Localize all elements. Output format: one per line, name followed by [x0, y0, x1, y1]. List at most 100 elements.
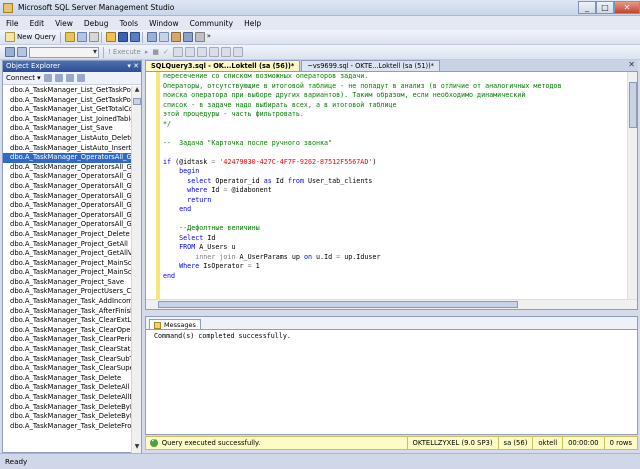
maximize-button[interactable]: □ — [596, 1, 614, 14]
database-query-icon[interactable] — [64, 32, 75, 42]
messages-text: Command(s) completed successfully. — [154, 332, 291, 340]
mdx-query-icon[interactable] — [88, 32, 99, 42]
scrollbar-thumb[interactable] — [158, 301, 518, 308]
parse-icon[interactable]: ✓ — [163, 47, 169, 58]
tree-item[interactable]: dbo.A_TaskManager_OperatorsAll_Get_C — [3, 153, 132, 163]
scrollbar-thumb[interactable] — [133, 98, 141, 105]
tree-item[interactable]: dbo.A_TaskManager_Task_DeleteAllDone — [3, 393, 132, 403]
filter-icon[interactable] — [65, 74, 74, 82]
save-icon[interactable] — [117, 32, 128, 42]
tree-item[interactable]: dbo.A_TaskManager_ListAuto_InsertRow — [3, 144, 132, 154]
tab-sqlquery3[interactable]: SQLQuery3.sql - OK...Loktell (sa (56))* — [145, 60, 301, 71]
save-all-icon[interactable] — [129, 32, 140, 42]
tree-item[interactable]: dbo.A_TaskManager_Task_Delete — [3, 374, 132, 384]
tree-item[interactable]: dbo.A_TaskManager_Project_GetAll — [3, 240, 132, 250]
menu-file[interactable]: File — [6, 19, 19, 28]
registered-servers-icon[interactable] — [146, 32, 157, 42]
tree-item[interactable]: dbo.A_TaskManager_Project_Save — [3, 278, 132, 288]
tree-item[interactable]: dbo.A_TaskManager_Project_Delete — [3, 230, 132, 240]
messages-pane[interactable]: Command(s) completed successfully. — [145, 329, 638, 435]
tree-item[interactable]: dbo.A_TaskManager_Project_MainScriptC — [3, 268, 132, 278]
tree-item[interactable]: dbo.A_TaskManager_List_Save — [3, 124, 132, 134]
tree-item[interactable]: dbo.A_TaskManager_Task_DeleteAll — [3, 383, 132, 393]
tab-vs9699[interactable]: ~vs9699.sql - OKTE...Loktell (sa (51))* — [301, 60, 440, 71]
tree-item[interactable]: dbo.A_TaskManager_Task_ClearSubTasks — [3, 355, 132, 365]
tree-item[interactable]: dbo.A_TaskManager_Project_GetAllViewe — [3, 249, 132, 259]
scroll-up-icon[interactable]: ▲ — [132, 86, 142, 96]
query-designer-icon[interactable] — [184, 47, 195, 57]
tree-item[interactable]: dbo.A_TaskManager_Task_DeleteFromScri — [3, 422, 132, 432]
overflow-chevron-icon[interactable]: » — [207, 32, 217, 42]
tree-item[interactable]: dbo.A_TaskManager_Project_MainScriptC — [3, 259, 132, 269]
tree-item[interactable]: dbo.A_TaskManager_Task_AddIncoming — [3, 297, 132, 307]
code-token: IsOperator — [199, 262, 248, 270]
tree-item[interactable]: dbo.A_TaskManager_Task_DeleteById — [3, 403, 132, 413]
new-query-button[interactable]: New Query — [5, 32, 56, 43]
properties-icon[interactable] — [182, 32, 193, 42]
indent-icon[interactable] — [232, 47, 243, 57]
toolbox-icon[interactable] — [194, 32, 205, 42]
menu-edit[interactable]: Edit — [30, 19, 45, 28]
results-to-grid-icon[interactable] — [208, 47, 219, 57]
code-token: Id — [207, 186, 224, 194]
execute-button[interactable]: ! Execute — [108, 47, 141, 58]
stop-icon[interactable] — [54, 74, 63, 82]
tree-item[interactable]: dbo.A_TaskManager_Task_ClearExtLines — [3, 316, 132, 326]
tree-item[interactable]: dbo.A_TaskManager_ProjectUsers_Clear — [3, 287, 132, 297]
refresh-icon[interactable] — [76, 74, 85, 82]
tree-item[interactable]: dbo.A_TaskManager_Task_ClearPeriods — [3, 335, 132, 345]
editor-vertical-scrollbar[interactable] — [627, 72, 637, 300]
code-token: end — [163, 271, 176, 280]
code-token: список - в задаче надо выбирать всех, а … — [163, 100, 397, 109]
tree-item[interactable]: dbo.A_TaskManager_ListAuto_DeleteRow — [3, 134, 132, 144]
code-line: where Id = @idabonent — [163, 186, 618, 196]
template-explorer-icon[interactable] — [170, 32, 181, 42]
sql-code[interactable]: пересечение со списком возможных операто… — [163, 72, 618, 300]
connect-dropdown[interactable]: Connect ▾ — [6, 74, 41, 82]
tree-item[interactable]: dbo.A_TaskManager_OperatorsAll_Get_Fr — [3, 192, 132, 202]
tree-item[interactable]: dbo.A_TaskManager_Task_ClearStatistics — [3, 345, 132, 355]
scrollbar-thumb[interactable] — [629, 82, 637, 128]
close-button[interactable]: ✕ — [614, 1, 640, 14]
tree-item[interactable]: dbo.A_TaskManager_OperatorsAll_Get_T — [3, 220, 132, 230]
minimize-button[interactable]: _ — [578, 1, 596, 14]
comment-out-icon[interactable] — [220, 47, 231, 57]
panel-pin-close-icon[interactable]: ▾ ✕ — [127, 61, 139, 72]
tree-item[interactable]: dbo.A_TaskManager_OperatorsAll_Get_T — [3, 211, 132, 221]
menu-community[interactable]: Community — [190, 19, 233, 28]
tree-item[interactable]: dbo.A_TaskManager_OperatorsAll_Get_Fr — [3, 201, 132, 211]
tree-item[interactable]: dbo.A_TaskManager_Task_AfterFinished — [3, 307, 132, 317]
tree-item[interactable]: dbo.A_TaskManager_OperatorsAll_Get_C — [3, 163, 132, 173]
stop-icon[interactable]: ■ — [152, 47, 159, 58]
analysis-query-icon[interactable] — [76, 32, 87, 42]
tree-item[interactable]: dbo.A_TaskManager_List_GetTaskPointIn — [3, 86, 132, 96]
query-editor[interactable]: пересечение со списком возможных операто… — [145, 71, 638, 310]
editor-horizontal-scrollbar[interactable] — [146, 299, 637, 309]
object-explorer-scrollbar[interactable]: ▲ ▼ — [131, 86, 141, 453]
close-tab-icon[interactable]: ✕ — [628, 60, 635, 69]
disconnect-icon[interactable] — [43, 74, 52, 82]
connect-icon[interactable] — [5, 47, 15, 57]
tree-item[interactable]: dbo.A_TaskManager_Task_ClearSupervise — [3, 364, 132, 374]
estimated-plan-icon[interactable] — [172, 47, 183, 57]
menu-view[interactable]: View — [55, 19, 73, 28]
object-explorer-icon[interactable] — [158, 32, 169, 42]
debug-icon[interactable]: ▸ — [145, 47, 149, 58]
menu-debug[interactable]: Debug — [84, 19, 109, 28]
tree-item[interactable]: dbo.A_TaskManager_OperatorsAll_Get_D — [3, 172, 132, 182]
tree-item[interactable]: dbo.A_TaskManager_List_GetTaskPointIn — [3, 96, 132, 106]
menu-tools[interactable]: Tools — [120, 19, 138, 28]
open-file-icon[interactable] — [105, 32, 116, 42]
database-select[interactable] — [29, 46, 99, 58]
tree-item[interactable]: dbo.A_TaskManager_OperatorsAll_Get_D — [3, 182, 132, 192]
tree-item[interactable]: dbo.A_TaskManager_List_JoinedTable_Ge — [3, 115, 132, 125]
menu-help[interactable]: Help — [244, 19, 261, 28]
tree-item[interactable]: dbo.A_TaskManager_List_GetTotalCount — [3, 105, 132, 115]
results-to-text-icon[interactable] — [196, 47, 207, 57]
menu-window[interactable]: Window — [149, 19, 179, 28]
change-connection-icon[interactable] — [17, 47, 27, 57]
tree-item[interactable]: dbo.A_TaskManager_Task_DeleteByName — [3, 412, 132, 422]
tree-item[interactable]: dbo.A_TaskManager_Task_ClearOperator — [3, 326, 132, 336]
scroll-down-icon[interactable]: ▼ — [132, 443, 142, 453]
